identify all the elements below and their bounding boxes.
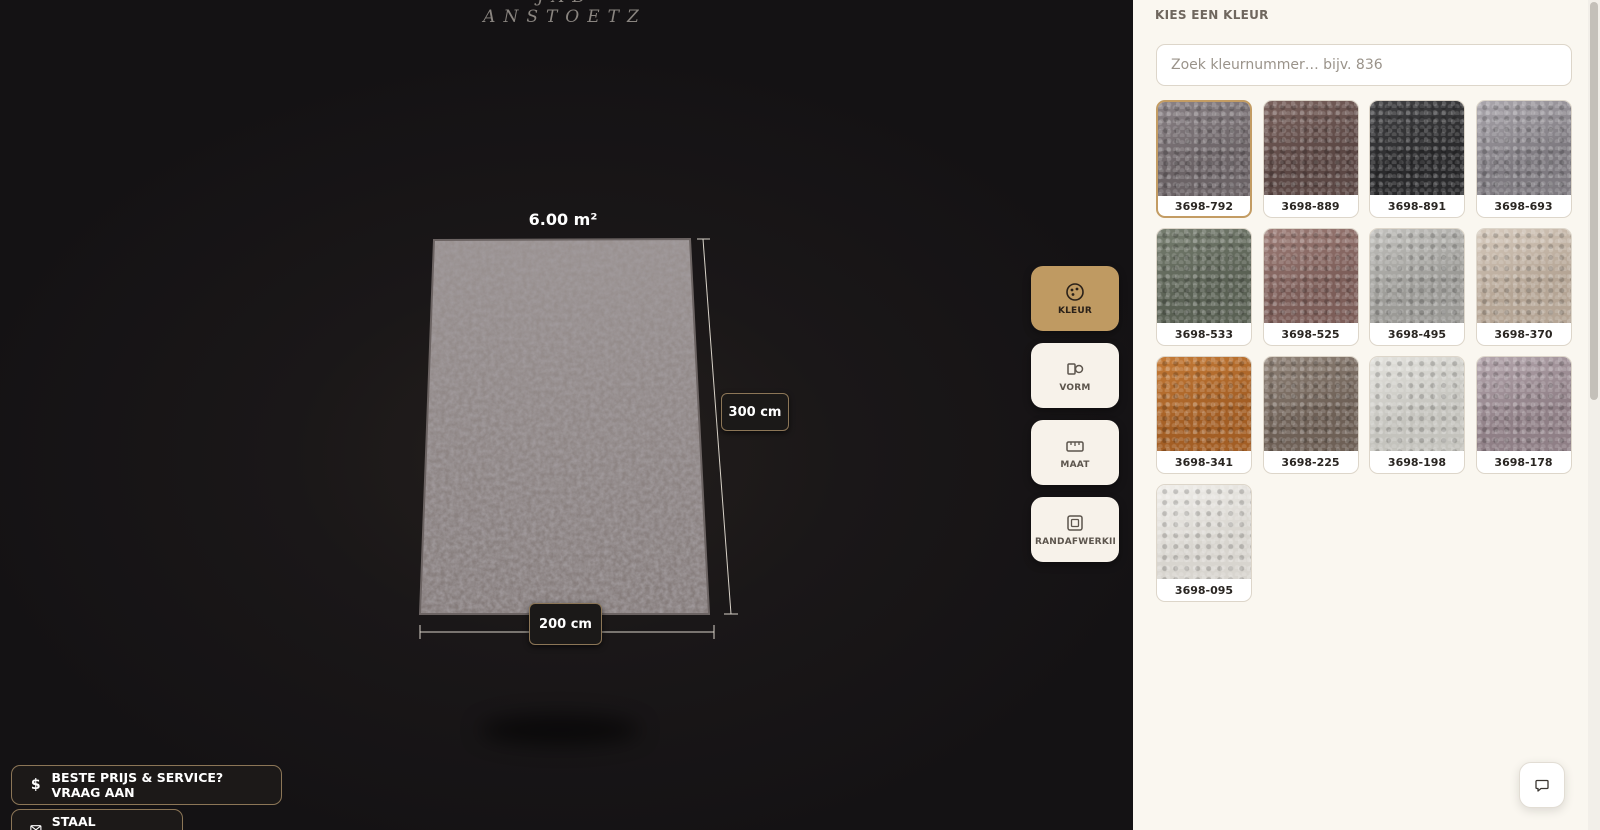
price-request-label: BESTE PRIJS & SERVICE? VRAAG AAN bbox=[51, 770, 224, 800]
color-swatch-3698-889[interactable]: 3698-889 bbox=[1262, 100, 1359, 218]
tool-maat-button[interactable]: MAAT bbox=[1031, 420, 1119, 485]
tool-vorm-button[interactable]: VORM bbox=[1031, 343, 1119, 408]
tool-randafwerking-label: RANDAFWERKING bbox=[1035, 536, 1115, 547]
swatch-code-label: 3698-095 bbox=[1174, 583, 1234, 597]
tool-kleur-button[interactable]: KLEUR bbox=[1031, 266, 1119, 331]
sample-request-button[interactable]: STAAL AANVRAGEN bbox=[11, 809, 183, 830]
swatch-code-label: 3698-891 bbox=[1387, 199, 1447, 213]
swatch-texture bbox=[1370, 101, 1464, 195]
color-swatch-3698-693[interactable]: 3698-693 bbox=[1475, 100, 1572, 218]
swatch-texture bbox=[1476, 357, 1571, 451]
scrollbar-thumb[interactable] bbox=[1590, 2, 1598, 400]
tool-maat-label: MAAT bbox=[1060, 459, 1090, 470]
border-icon bbox=[1067, 514, 1083, 531]
swatch-code-label: 3698-525 bbox=[1281, 327, 1340, 341]
color-swatch-3698-370[interactable]: 3698-370 bbox=[1475, 228, 1572, 346]
swatch-code-label: 3698-889 bbox=[1281, 199, 1340, 213]
chat-icon bbox=[1535, 779, 1549, 792]
swatch-texture bbox=[1370, 357, 1464, 451]
color-swatch-3698-341[interactable]: 3698-341 bbox=[1156, 356, 1252, 474]
swatch-code-label: 3698-225 bbox=[1281, 455, 1340, 469]
color-search-input[interactable] bbox=[1156, 44, 1572, 86]
color-panel: KIES EEN KLEUR 3698-7923698-8893698-8913… bbox=[1133, 0, 1600, 830]
price-request-button[interactable]: $ BESTE PRIJS & SERVICE? VRAAG AAN bbox=[11, 765, 282, 805]
palette-icon bbox=[1066, 282, 1084, 301]
swatch-texture bbox=[1263, 101, 1358, 195]
ruler-icon bbox=[1066, 440, 1084, 452]
rug-texture bbox=[420, 239, 709, 614]
swatch-texture bbox=[1157, 357, 1251, 451]
width-badge[interactable]: 200 cm bbox=[529, 603, 602, 645]
area-label: 6.00 m² bbox=[528, 210, 598, 229]
color-swatch-3698-225[interactable]: 3698-225 bbox=[1262, 356, 1359, 474]
panel-title: KIES EEN KLEUR bbox=[1155, 8, 1269, 22]
rug-viewer[interactable]: JAB ANSTOETZ bbox=[0, 0, 1133, 830]
rug-preview[interactable] bbox=[0, 0, 1133, 830]
swatch-grid: 3698-792 3698-889 3698-891 3698-693 3698-533… bbox=[1156, 100, 1574, 602]
chat-button[interactable] bbox=[1519, 762, 1565, 808]
tool-randafwerking-button[interactable]: RANDAFWERKING bbox=[1031, 497, 1119, 562]
swatch-texture bbox=[1476, 229, 1571, 323]
swatch-texture bbox=[1476, 101, 1571, 195]
swatch-code-label: 3698-178 bbox=[1494, 455, 1553, 469]
swatch-texture bbox=[1158, 102, 1250, 196]
swatch-code-label: 3698-495 bbox=[1387, 327, 1447, 341]
swatch-code-label: 3698-341 bbox=[1174, 455, 1234, 469]
color-swatch-3698-095[interactable]: 3698-095 bbox=[1156, 484, 1252, 602]
panel-scrollbar[interactable] bbox=[1588, 0, 1600, 830]
color-swatch-3698-495[interactable]: 3698-495 bbox=[1369, 228, 1465, 346]
swatch-code-label: 3698-693 bbox=[1494, 199, 1553, 213]
color-swatch-3698-792[interactable]: 3698-792 bbox=[1156, 100, 1252, 218]
swatch-texture bbox=[1263, 229, 1358, 323]
swatch-code-label: 3698-198 bbox=[1387, 455, 1447, 469]
color-swatch-3698-891[interactable]: 3698-891 bbox=[1369, 100, 1465, 218]
tool-kleur-label: KLEUR bbox=[1057, 305, 1093, 316]
tool-vorm-label: VORM bbox=[1059, 382, 1091, 393]
mail-icon bbox=[30, 825, 42, 830]
color-swatch-3698-525[interactable]: 3698-525 bbox=[1262, 228, 1359, 346]
swatch-code-label: 3698-533 bbox=[1174, 327, 1234, 341]
swatch-texture bbox=[1263, 357, 1358, 451]
swatch-code-label: 3698-370 bbox=[1494, 327, 1553, 341]
color-swatch-3698-533[interactable]: 3698-533 bbox=[1156, 228, 1252, 346]
sample-request-label: STAAL AANVRAGEN bbox=[51, 814, 140, 830]
swatch-texture bbox=[1157, 229, 1251, 323]
swatch-texture bbox=[1370, 229, 1464, 323]
color-swatch-3698-178[interactable]: 3698-178 bbox=[1475, 356, 1572, 474]
dollar-icon: $ bbox=[30, 777, 41, 793]
swatch-texture bbox=[1157, 485, 1251, 579]
color-swatch-3698-198[interactable]: 3698-198 bbox=[1369, 356, 1465, 474]
swatch-code-label: 3698-792 bbox=[1174, 199, 1234, 213]
shapes-icon bbox=[1067, 362, 1084, 375]
height-badge[interactable]: 300 cm bbox=[721, 393, 789, 431]
